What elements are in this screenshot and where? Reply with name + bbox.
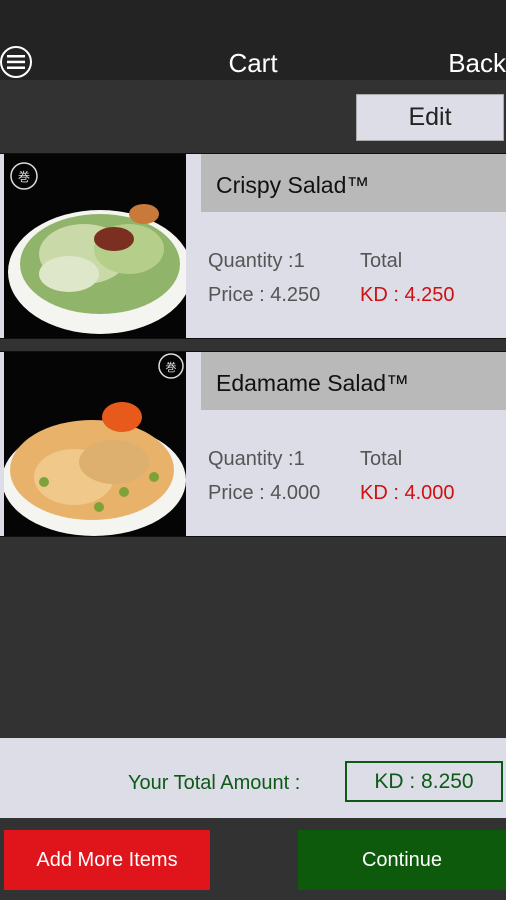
total-summary: Your Total Amount : KD : 8.250 [0, 738, 506, 818]
item-price: Price : 4.250 [208, 284, 321, 306]
edit-button[interactable]: Edit [356, 94, 504, 141]
status-bar [0, 0, 506, 40]
item-quantity: Quantity :1 [208, 448, 305, 470]
svg-text:巻: 巻 [166, 361, 177, 374]
total-amount-value: KD : 8.250 [345, 761, 503, 802]
item-total-label: Total [360, 250, 403, 272]
item-name: Edamame Salad™ [201, 352, 506, 410]
item-total-value: KD : 4.000 [360, 482, 455, 504]
cart-item[interactable]: 巻 Crispy Salad™ Quantity :1 Total Price … [0, 153, 506, 339]
item-quantity: Quantity :1 [208, 250, 305, 272]
item-total-value: KD : 4.250 [360, 284, 455, 306]
item-image-crispy-salad: 巻 [4, 154, 186, 338]
item-name: Crispy Salad™ [201, 154, 506, 212]
continue-button[interactable]: Continue [298, 830, 506, 890]
add-more-items-button[interactable]: Add More Items [4, 830, 210, 890]
svg-text:巻: 巻 [18, 170, 30, 184]
item-image-edamame-salad: 巻 [4, 352, 186, 536]
edit-toolbar: Edit [0, 80, 506, 142]
item-total-label: Total [360, 448, 403, 470]
item-price: Price : 4.000 [208, 482, 321, 504]
app-header: Cart Back [0, 40, 506, 80]
back-button[interactable]: Back [448, 48, 506, 79]
cart-item[interactable]: 巻 Edamame Salad™ Quantity :1 Total Price… [0, 351, 506, 537]
page-title: Cart [228, 48, 278, 78]
total-amount-label: Your Total Amount : [128, 772, 301, 794]
